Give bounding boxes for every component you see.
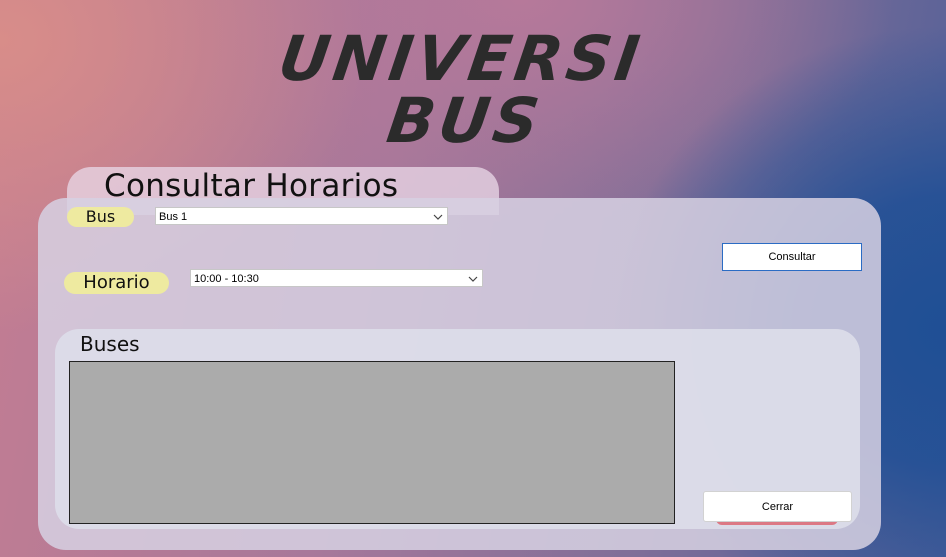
chevron-down-icon[interactable] (468, 270, 478, 295)
horario-select-value: 10:00 - 10:30 (194, 273, 259, 285)
bus-select-value: Bus 1 (159, 211, 188, 223)
horario-label: Horario (64, 272, 169, 294)
cerrar-button[interactable]: Cerrar (703, 491, 852, 522)
logo-line-2: BUS (382, 84, 548, 157)
horario-select[interactable]: 10:00 - 10:30 (190, 269, 483, 287)
buses-section-label: Buses (80, 332, 140, 356)
consultar-button[interactable]: Consultar (722, 243, 862, 271)
chevron-down-icon[interactable] (433, 208, 443, 233)
bus-label: Bus (67, 207, 134, 227)
buses-data-grid[interactable] (69, 361, 675, 524)
page-title: Consultar Horarios (104, 168, 399, 204)
bus-select[interactable]: Bus 1 (155, 207, 448, 225)
